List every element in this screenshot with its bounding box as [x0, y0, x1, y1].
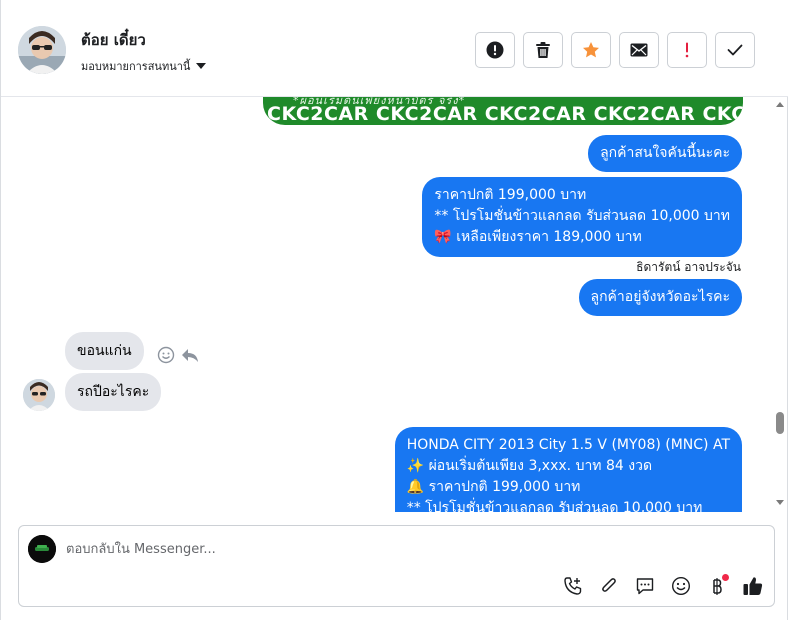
thread-scrollbar[interactable] — [771, 97, 788, 512]
conversation-header: ต้อย เดี๋ยว มอบหมายการสนทนานี้ — [1, 0, 788, 97]
outgoing-message[interactable]: ลูกค้าอยู่จังหวัดอะไรคะ — [578, 279, 742, 316]
scroll-thumb[interactable] — [776, 412, 784, 434]
star-button[interactable] — [571, 32, 611, 68]
call-button[interactable] — [561, 574, 585, 598]
assign-label: มอบหมายการสนทนานี้ — [81, 60, 191, 73]
notification-dot — [722, 574, 729, 581]
message-text: ราคาปกติ 199,000 บาท — [434, 187, 587, 203]
exclamation-icon — [685, 42, 689, 58]
message-text: ลูกค้าอยู่จังหวัดอะไรคะ — [590, 289, 731, 305]
attach-button[interactable] — [597, 574, 621, 598]
like-icon — [743, 577, 763, 595]
message-actions — [157, 346, 199, 364]
image-watermark-text: CKC2CAR CKC2CAR CKC2CAR CKC2CAR CKC2CAR … — [267, 103, 743, 125]
conversation-panel: ต้อย เดี๋ยว มอบหมายการสนทนานี้ *ผ่อนเริ่… — [0, 0, 788, 620]
message-text: 🔔 ราคาปกติ 199,000 บาท — [406, 479, 581, 495]
reply-icon[interactable] — [181, 347, 199, 363]
outgoing-message[interactable]: HONDA CITY 2013 City 1.5 V (MY08) (MNC) … — [394, 427, 742, 512]
sender-name: ธิดารัตน์ อาจประจัน — [636, 260, 741, 274]
reply-input[interactable] — [66, 538, 746, 560]
page-avatar — [28, 535, 56, 563]
outgoing-message[interactable]: ลูกค้าสนใจคันนี้นะคะ — [588, 135, 742, 172]
star-icon — [583, 42, 599, 58]
reply-composer — [18, 525, 775, 607]
car-image-attachment[interactable]: *ผ่อนเริ่มต้นเพียงหน้าบัตร จริง* CKC2CAR… — [263, 97, 743, 125]
alert-circle-icon — [486, 41, 504, 59]
outgoing-message[interactable]: ราคาปกติ 199,000 บาท ** โปรโมชั่นข้าวแลก… — [422, 177, 742, 257]
message-text: ✨ ผ่อนเริ่มต้นเพียง 3,xxx. บาท 84 งวด — [406, 458, 653, 474]
check-icon — [727, 44, 743, 56]
message-text: รถปีอะไรคะ — [77, 384, 150, 400]
mark-done-button[interactable] — [715, 32, 755, 68]
react-emoji-icon[interactable] — [157, 346, 175, 364]
contact-name: ต้อย เดี๋ยว — [81, 31, 146, 49]
assign-conversation-dropdown[interactable]: มอบหมายการสนทนานี้ — [81, 57, 207, 75]
envelope-icon — [630, 43, 648, 57]
contact-avatar-small[interactable] — [23, 379, 55, 411]
follow-up-button[interactable] — [667, 32, 707, 68]
emoji-button[interactable] — [669, 574, 693, 598]
payment-button[interactable] — [705, 574, 729, 598]
trash-icon — [536, 42, 550, 58]
message-text: ** โปรโมชั่นข้าวแลกลด รับส่วนลด 10,000 บ… — [434, 208, 730, 224]
message-text: ขอนแก่น — [77, 343, 132, 359]
saved-replies-button[interactable] — [633, 574, 657, 598]
scroll-up-arrow-icon[interactable] — [776, 102, 784, 107]
phone-add-icon — [564, 577, 582, 595]
saved-replies-icon — [636, 578, 654, 595]
message-text: 🎀 เหลือเพียงราคา 189,000 บาท — [434, 229, 642, 245]
contact-avatar[interactable] — [18, 26, 66, 74]
message-text: ลูกค้าสนใจคันนี้นะคะ — [600, 145, 730, 161]
scroll-down-arrow-icon[interactable] — [776, 500, 784, 505]
delete-button[interactable] — [523, 32, 563, 68]
like-button[interactable] — [741, 574, 765, 598]
message-text: HONDA CITY 2013 City 1.5 V (MY08) (MNC) … — [406, 437, 730, 453]
mark-spam-button[interactable] — [475, 32, 515, 68]
incoming-message[interactable]: ขอนแก่น — [65, 332, 144, 370]
message-text: ** โปรโมชั่นข้าวแลกลด รับส่วนลด 10,000 บ… — [406, 500, 703, 512]
incoming-message[interactable]: รถปีอะไรคะ — [65, 373, 162, 411]
mark-unread-button[interactable] — [619, 32, 659, 68]
caret-down-icon — [196, 63, 207, 69]
paperclip-icon — [602, 578, 616, 592]
emoji-icon — [671, 576, 691, 596]
message-thread: *ผ่อนเริ่มต้นเพียงหน้าบัตร จริง* CKC2CAR… — [1, 97, 788, 512]
